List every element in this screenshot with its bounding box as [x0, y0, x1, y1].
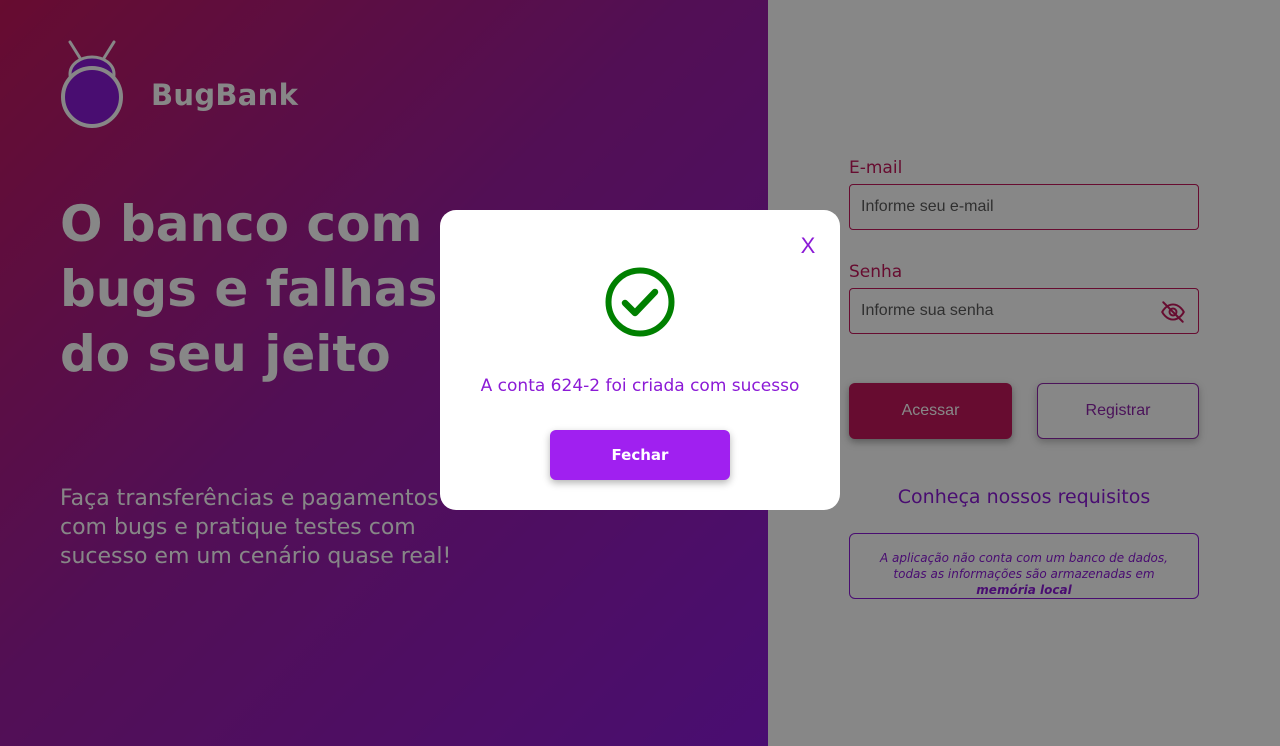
success-modal: X A conta 624-2 foi criada com sucesso F…	[440, 210, 840, 510]
modal-message: A conta 624-2 foi criada com sucesso	[480, 376, 800, 396]
close-modal-button[interactable]: Fechar	[550, 430, 730, 480]
close-icon[interactable]: X	[796, 234, 820, 258]
check-circle-icon	[605, 267, 675, 337]
